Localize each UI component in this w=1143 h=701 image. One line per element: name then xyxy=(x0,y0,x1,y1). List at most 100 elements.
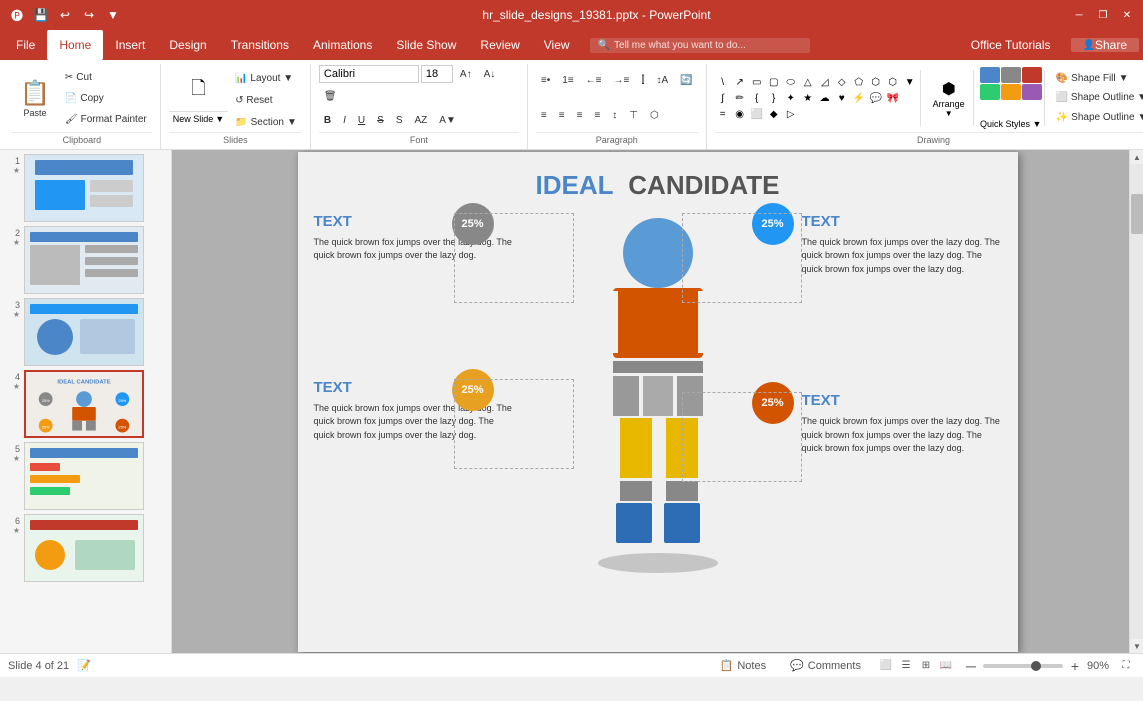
menu-transitions[interactable]: Transitions xyxy=(219,30,301,60)
office-tutorials-button[interactable]: Office Tutorials xyxy=(959,38,1063,52)
slide-img-1[interactable] xyxy=(24,154,144,222)
align-right-button[interactable]: ≡ xyxy=(572,106,588,126)
shape-star5[interactable]: ★ xyxy=(800,91,816,105)
paste-button[interactable]: 📋 Paste xyxy=(12,70,58,126)
shape-rtriangle[interactable]: ◿ xyxy=(817,75,833,89)
columns-button[interactable]: ⫿ xyxy=(636,71,649,91)
quick-style-4[interactable] xyxy=(980,84,1000,100)
align-convert-button[interactable]: 🔄 xyxy=(675,71,697,91)
shape-curve[interactable]: ∫ xyxy=(715,91,731,105)
slide-thumb-4[interactable]: 4 ★ IDEAL CANDIDATE 25% 25% xyxy=(4,370,167,438)
decrease-font-button[interactable]: A↓ xyxy=(479,64,501,84)
shape-flow3[interactable]: ◆ xyxy=(766,107,782,121)
shape-rbrace[interactable]: } xyxy=(766,91,782,105)
outline-view-button[interactable]: ☰ xyxy=(897,657,915,675)
search-input[interactable]: Tell me what you want to do... xyxy=(614,40,746,51)
shape-freeform[interactable]: ✏ xyxy=(732,91,748,105)
slide-sorter-button[interactable]: ⊞ xyxy=(917,657,935,675)
italic-button[interactable]: I xyxy=(338,110,351,130)
undo-button[interactable]: ↩ xyxy=(56,6,74,24)
slide-thumb-1[interactable]: 1 ★ xyxy=(4,154,167,222)
shape-outline-button[interactable]: ⬜ Shape Outline ▼ xyxy=(1051,89,1143,106)
shape-flow4[interactable]: ▷ xyxy=(783,107,799,121)
scroll-down-button[interactable]: ▼ xyxy=(1130,639,1143,653)
decrease-indent-button[interactable]: ←≡ xyxy=(581,71,607,91)
justify-button[interactable]: ≡ xyxy=(589,106,605,126)
menu-file[interactable]: File xyxy=(4,30,47,60)
customize-button[interactable]: ▼ xyxy=(104,6,122,24)
zoom-slider-thumb[interactable] xyxy=(1031,661,1041,671)
notes-tab[interactable]: 📋 Notes xyxy=(712,659,774,672)
shape-oval[interactable]: ⬭ xyxy=(783,75,799,89)
shape-flow1[interactable]: ◉ xyxy=(732,107,748,121)
close-button[interactable]: ✕ xyxy=(1119,7,1135,23)
shape-hexagon[interactable]: ⬡ xyxy=(868,75,884,89)
shape-triangle[interactable]: △ xyxy=(800,75,816,89)
reading-view-button[interactable]: 📖 xyxy=(937,657,955,675)
menu-home[interactable]: Home xyxy=(47,30,103,60)
quick-style-5[interactable] xyxy=(1001,84,1021,100)
font-size-input[interactable] xyxy=(421,65,453,83)
shape-star4[interactable]: ✦ xyxy=(783,91,799,105)
menu-slideshow[interactable]: Slide Show xyxy=(384,30,468,60)
shape-cloud[interactable]: ☁ xyxy=(817,91,833,105)
shape-rect[interactable]: ▭ xyxy=(749,75,765,89)
smartart-button[interactable]: ⬡ xyxy=(645,106,664,126)
scrollbar-track[interactable] xyxy=(1130,164,1143,639)
arrange-button[interactable]: ⬢ Arrange ▼ xyxy=(927,70,971,126)
increase-indent-button[interactable]: →≡ xyxy=(609,71,635,91)
scrollbar-thumb[interactable] xyxy=(1131,194,1143,234)
shape-flow2[interactable]: ⬜ xyxy=(749,107,765,121)
font-name-input[interactable] xyxy=(319,65,419,83)
zoom-slider[interactable] xyxy=(983,664,1063,668)
slide-thumb-6[interactable]: 6 ★ xyxy=(4,514,167,582)
shape-rounded-rect[interactable]: ▢ xyxy=(766,75,782,89)
underline-button[interactable]: U xyxy=(353,110,370,130)
slide-img-6[interactable] xyxy=(24,514,144,582)
menu-review[interactable]: Review xyxy=(468,30,531,60)
align-center-button[interactable]: ≡ xyxy=(554,106,570,126)
layout-button[interactable]: 📊 Layout ▼ xyxy=(230,68,302,88)
menu-insert[interactable]: Insert xyxy=(103,30,157,60)
shape-callout[interactable]: 💬 xyxy=(868,91,884,105)
shadow-button[interactable]: S xyxy=(391,110,408,130)
scroll-up-button[interactable]: ▲ xyxy=(1130,150,1143,164)
copy-button[interactable]: 📄 Copy xyxy=(60,88,152,108)
menu-view[interactable]: View xyxy=(532,30,582,60)
shape-lightning[interactable]: ⚡ xyxy=(851,91,867,105)
zoom-out-button[interactable]: ─ xyxy=(963,658,979,674)
slide-img-2[interactable] xyxy=(24,226,144,294)
quick-style-3[interactable] xyxy=(1022,67,1042,83)
shape-octagon[interactable]: ⬡ xyxy=(885,75,901,89)
align-top-button[interactable]: ⊤ xyxy=(624,106,643,126)
align-left-button[interactable]: ≡ xyxy=(536,106,552,126)
save-button[interactable]: 💾 xyxy=(32,6,50,24)
zoom-in-button[interactable]: + xyxy=(1067,658,1083,674)
section-button[interactable]: 📁 Section ▼ xyxy=(230,112,302,132)
line-spacing-button[interactable]: ↕ xyxy=(607,106,622,126)
normal-view-button[interactable]: ⬜ xyxy=(877,657,895,675)
new-slide-button[interactable]: 🗋 New Slide ▼ xyxy=(169,70,228,126)
slide-thumb-3[interactable]: 3 ★ xyxy=(4,298,167,366)
font-color-button[interactable]: A▼ xyxy=(434,110,461,130)
shape-heart[interactable]: ♥ xyxy=(834,91,850,105)
format-painter-button[interactable]: 🖌 Format Painter xyxy=(60,109,152,129)
strikethrough-button[interactable]: S xyxy=(372,110,389,130)
shape-fill-button[interactable]: 🎨 Shape Fill ▼ xyxy=(1051,70,1143,87)
redo-button[interactable]: ↪ xyxy=(80,6,98,24)
bold-button[interactable]: B xyxy=(319,110,336,130)
quick-style-1[interactable] xyxy=(980,67,1000,83)
restore-button[interactable]: ❐ xyxy=(1095,7,1111,23)
shape-pentagon[interactable]: ⬠ xyxy=(851,75,867,89)
slide-img-4[interactable]: IDEAL CANDIDATE 25% 25% 25% 25% xyxy=(24,370,144,438)
minimize-button[interactable]: ─ xyxy=(1071,7,1087,23)
share-button[interactable]: 👤 Share xyxy=(1071,38,1139,52)
shapes-more[interactable]: ▼ xyxy=(902,75,918,89)
shape-eq[interactable]: = xyxy=(715,107,731,121)
menu-animations[interactable]: Animations xyxy=(301,30,384,60)
shape-line[interactable]: \ xyxy=(715,75,731,89)
shape-lbrace[interactable]: { xyxy=(749,91,765,105)
char-spacing-button[interactable]: AZ xyxy=(410,110,433,130)
bullets-button[interactable]: ≡• xyxy=(536,71,555,91)
comments-tab[interactable]: 💬 Comments xyxy=(782,659,869,672)
